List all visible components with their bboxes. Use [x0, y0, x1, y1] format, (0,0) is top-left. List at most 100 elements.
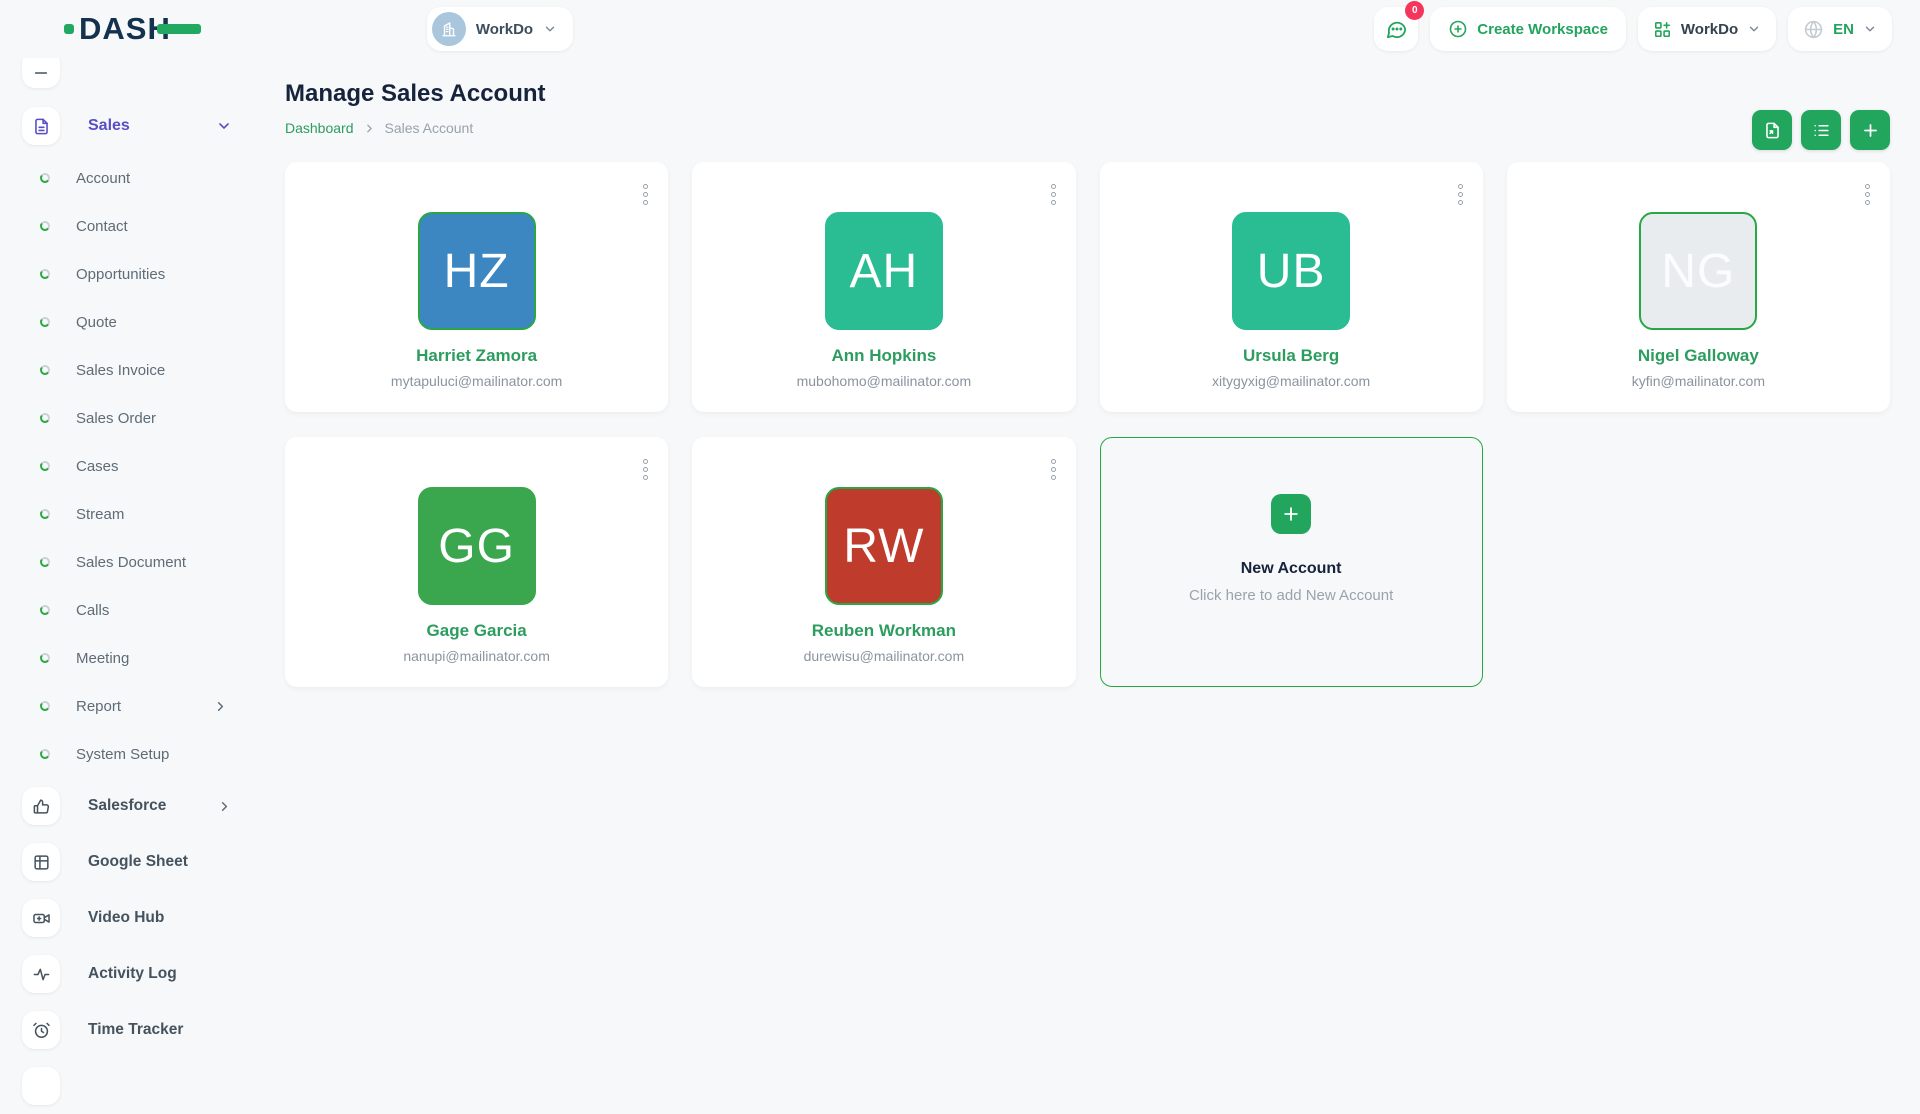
account-card: HZ Harriet Zamora mytapuluci@mailinator.… — [285, 162, 668, 412]
salesforce-icon-box — [22, 787, 60, 825]
sidebar-item-sales[interactable]: Sales — [22, 98, 262, 154]
bullet-circle-icon — [39, 748, 50, 759]
account-email: mytapuluci@mailinator.com — [391, 373, 562, 389]
account-name-link[interactable]: Nigel Galloway — [1638, 346, 1759, 366]
account-name-link[interactable]: Ursula Berg — [1243, 346, 1339, 366]
account-card: GG Gage Garcia nanupi@mailinator.com — [285, 437, 668, 687]
main-content: Manage Sales Account Dashboard Sales Acc… — [285, 58, 1890, 687]
sidebar-item-label: Meeting — [76, 650, 129, 667]
account-name-link[interactable]: Reuben Workman — [812, 621, 956, 641]
avatar: HZ — [418, 212, 536, 330]
avatar: UB — [1232, 212, 1350, 330]
messages-button[interactable]: 0 — [1374, 7, 1418, 51]
sidebar-item-label: Calls — [76, 602, 109, 619]
add-account-button[interactable] — [1850, 110, 1890, 150]
plus-icon — [1271, 494, 1311, 534]
plus-icon — [1861, 121, 1880, 140]
account-email: xitygyxig@mailinator.com — [1212, 373, 1370, 389]
account-name-link[interactable]: Harriet Zamora — [416, 346, 537, 366]
page-title: Manage Sales Account — [285, 80, 1890, 108]
sidebar-item-stream[interactable]: Stream — [22, 490, 262, 538]
sidebar-item-label: Sales — [88, 117, 130, 135]
language-selector[interactable]: EN — [1788, 7, 1892, 51]
breadcrumb-dashboard-link[interactable]: Dashboard — [285, 120, 354, 136]
chevron-right-icon — [217, 799, 232, 814]
sidebar-item-partial[interactable] — [22, 1058, 262, 1114]
sidebar-item-label: Activity Log — [88, 965, 177, 983]
sidebar-item-label: Stream — [76, 506, 124, 523]
sidebar-item-label: Account — [76, 170, 130, 187]
account-email: nanupi@mailinator.com — [403, 648, 550, 664]
sidebar-item-cases[interactable]: Cases — [22, 442, 262, 490]
sidebar-item-label: Contact — [76, 218, 128, 235]
sidebar-item-activity-log[interactable]: Activity Log — [22, 946, 262, 1002]
sidebar-item-contact[interactable]: Contact — [22, 202, 262, 250]
google-sheet-icon-box — [22, 843, 60, 881]
sidebar-item-quote[interactable]: Quote — [22, 298, 262, 346]
sidebar-item-report[interactable]: Report — [22, 682, 262, 730]
header-actions: 0 Create Workspace WorkDo EN — [1374, 7, 1892, 51]
table-icon — [32, 853, 51, 872]
new-account-subtitle: Click here to add New Account — [1189, 587, 1393, 604]
sidebar-item-google-sheet[interactable]: Google Sheet — [22, 834, 262, 890]
sidebar-item-label: Salesforce — [88, 797, 166, 815]
sidebar-item-sales-order[interactable]: Sales Order — [22, 394, 262, 442]
bullet-circle-icon — [39, 508, 50, 519]
logo-dash-accent — [157, 24, 201, 34]
workspace-avatar — [432, 12, 466, 46]
account-email: kyfin@mailinator.com — [1632, 373, 1765, 389]
apps-menu-button[interactable]: WorkDo — [1638, 7, 1776, 51]
plus-circle-icon — [1448, 19, 1468, 39]
account-email: mubohomo@mailinator.com — [797, 373, 972, 389]
card-menu-button[interactable] — [639, 178, 652, 211]
bullet-circle-icon — [39, 700, 50, 711]
breadcrumb-current: Sales Account — [385, 120, 474, 136]
sidebar-item-label: Video Hub — [88, 909, 164, 927]
page-header: Manage Sales Account Dashboard Sales Acc… — [285, 58, 1890, 136]
sidebar-item-label: Sales Document — [76, 554, 186, 571]
bullet-circle-icon — [39, 220, 50, 231]
menu-icon — [33, 61, 49, 77]
sales-icon-box — [22, 107, 60, 145]
list-view-button[interactable] — [1801, 110, 1841, 150]
sidebar-item-sales-document[interactable]: Sales Document — [22, 538, 262, 586]
video-camera-icon — [32, 909, 51, 928]
account-card: UB Ursula Berg xitygyxig@mailinator.com — [1100, 162, 1483, 412]
account-card: AH Ann Hopkins mubohomo@mailinator.com — [692, 162, 1075, 412]
sidebar-item-time-tracker[interactable]: Time Tracker — [22, 1002, 262, 1058]
sidebar-item-meeting[interactable]: Meeting — [22, 634, 262, 682]
sidebar-item-label: Quote — [76, 314, 117, 331]
video-hub-icon-box — [22, 899, 60, 937]
account-name-link[interactable]: Gage Garcia — [427, 621, 527, 641]
sidebar-item-label: Cases — [76, 458, 119, 475]
export-button[interactable] — [1752, 110, 1792, 150]
chevron-down-icon — [216, 118, 232, 134]
alarm-clock-icon — [32, 1021, 51, 1040]
sidebar-item-system-setup[interactable]: System Setup — [22, 730, 262, 778]
account-card: NG Nigel Galloway kyfin@mailinator.com — [1507, 162, 1890, 412]
sidebar-item-salesforce[interactable]: Salesforce — [22, 778, 262, 834]
card-menu-button[interactable] — [1454, 178, 1467, 211]
card-menu-button[interactable] — [1047, 453, 1060, 486]
card-menu-button[interactable] — [1861, 178, 1874, 211]
create-workspace-button[interactable]: Create Workspace — [1430, 7, 1626, 51]
chevron-right-icon — [363, 122, 376, 135]
sidebar-item-calls[interactable]: Calls — [22, 586, 262, 634]
globe-icon — [1803, 19, 1824, 40]
avatar: NG — [1639, 212, 1757, 330]
sidebar-item-opportunities[interactable]: Opportunities — [22, 250, 262, 298]
workspace-selector[interactable]: WorkDo — [427, 7, 573, 51]
sidebar-item-sales-invoice[interactable]: Sales Invoice — [22, 346, 262, 394]
new-account-card[interactable]: New Account Click here to add New Accoun… — [1100, 437, 1483, 687]
card-menu-button[interactable] — [1047, 178, 1060, 211]
thumbs-up-icon — [32, 797, 51, 816]
sidebar-item-account[interactable]: Account — [22, 154, 262, 202]
account-name-link[interactable]: Ann Hopkins — [831, 346, 936, 366]
card-menu-button[interactable] — [639, 453, 652, 486]
brand-logo[interactable]: DASH — [64, 11, 201, 47]
chevron-down-icon — [1863, 22, 1877, 36]
time-tracker-icon-box — [22, 1011, 60, 1049]
sidebar-item-video-hub[interactable]: Video Hub — [22, 890, 262, 946]
bullet-circle-icon — [39, 172, 50, 183]
bullet-circle-icon — [39, 652, 50, 663]
